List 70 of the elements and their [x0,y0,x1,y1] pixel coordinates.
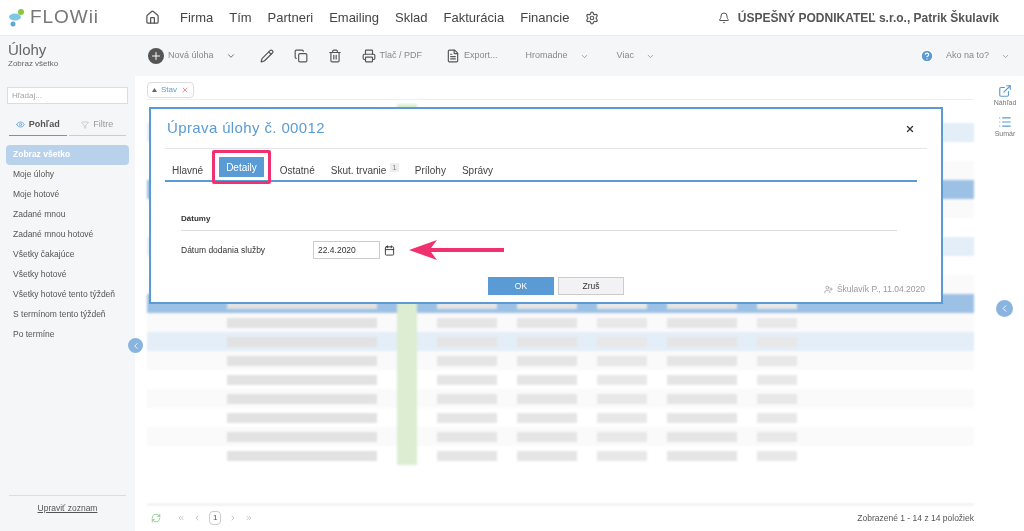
user-add-icon [823,284,833,294]
calendar-icon[interactable] [384,244,395,256]
help-icon[interactable] [919,49,934,63]
expand-button[interactable] [996,300,1013,317]
eye-icon [15,120,25,130]
previous-page-icon[interactable] [193,514,201,522]
copy-icon[interactable] [293,49,308,63]
company-user[interactable]: ÚSPEŠNÝ PODNIKATEĽ s.r.o., Patrik Škulavík [737,8,999,27]
last-page-icon[interactable] [245,514,254,522]
home-icon[interactable] [145,10,160,25]
nav-link[interactable]: Partneri [259,7,322,28]
logo-text: FLOWii [30,5,100,30]
list-icon [998,114,1012,129]
settings-icon[interactable] [585,10,600,25]
first-page-icon[interactable] [177,514,185,522]
section-heading: Dátumy [181,214,211,223]
date-field[interactable]: 22.4.2020 [313,241,380,259]
nav-link[interactable]: Firma [172,7,222,28]
caret-icon[interactable] [225,51,236,61]
field-label: Dátum dodania služby [181,243,267,257]
sidebar-item[interactable]: S termínom tento týždeň [6,304,129,325]
caret-up-icon [152,87,157,92]
sidebar-tab[interactable]: Pohľad [9,115,67,136]
pencil-icon[interactable] [259,49,274,63]
remove-icon[interactable] [181,85,189,94]
dialog-tab[interactable]: Ostatné [272,160,322,180]
sidebar-item[interactable]: Po termíne [6,324,129,345]
nav-link[interactable]: Tím [221,7,260,28]
print-button[interactable]: Tlač / PDF [361,49,423,63]
filter-icon [81,120,90,129]
dialog-title: Úprava úlohy č. 00012 [167,118,325,139]
help-dropdown[interactable]: Ako na to? [945,49,1010,63]
printer-icon [361,49,376,63]
new-task-button[interactable]: Nová úloha [148,48,214,64]
collapse-button[interactable] [128,338,143,353]
bell-icon[interactable] [717,11,730,24]
trash-icon[interactable] [327,49,342,63]
nav-link[interactable]: Fakturácia [435,7,513,28]
pager-summary: Zobrazené 1 - 14 z 14 položiek [857,511,974,525]
sidebar-item[interactable]: Zadané mnou [6,204,129,225]
sidebar-item[interactable]: Všetky hotové tento týždeň [6,284,129,305]
sidebar-item[interactable]: Zadané mnou hotové [6,224,129,245]
nav-link[interactable]: Sklad [387,7,436,28]
sidebar-item[interactable]: Moje hotové [6,184,129,205]
edit-list-link[interactable]: Upraviť zoznam [37,502,98,515]
page-title: Úlohy [8,42,48,58]
dialog-tab[interactable]: Prílohy [407,160,453,180]
dialog-tab[interactable]: Skut. trvanie 1 [323,160,406,180]
sidebar-item[interactable]: Všetky hotové [6,264,129,285]
sidebar-item[interactable]: Moje úlohy [6,164,129,185]
export-button[interactable]: Export... [446,49,498,63]
logo-icon [8,7,26,28]
author-note: Škulavík P., 11.04.2020 [836,283,925,296]
bulk-dropdown[interactable]: Hromadne [525,49,589,63]
sidebar-item[interactable]: Všetky čakajúce [6,244,129,265]
nav-link[interactable]: Financie [512,7,578,28]
cancel-button[interactable]: Zruš [558,277,624,295]
tab-badge: 1 [390,162,399,172]
plus-icon [150,50,162,62]
nav-link[interactable]: Emailing [321,7,387,28]
page-subtitle: Zobraz všetko [8,58,60,70]
search-field[interactable]: Hľadaj... [7,87,128,104]
dialog-tab[interactable]: Hlavné [165,160,211,180]
dialog-tab[interactable]: Správy [454,160,501,180]
close-icon[interactable] [905,123,915,134]
more-dropdown[interactable]: Viac [616,49,655,63]
page-number[interactable]: 1 [209,511,222,525]
file-icon [446,49,461,63]
external-link-icon [998,84,1012,98]
refresh-icon[interactable] [151,513,161,523]
